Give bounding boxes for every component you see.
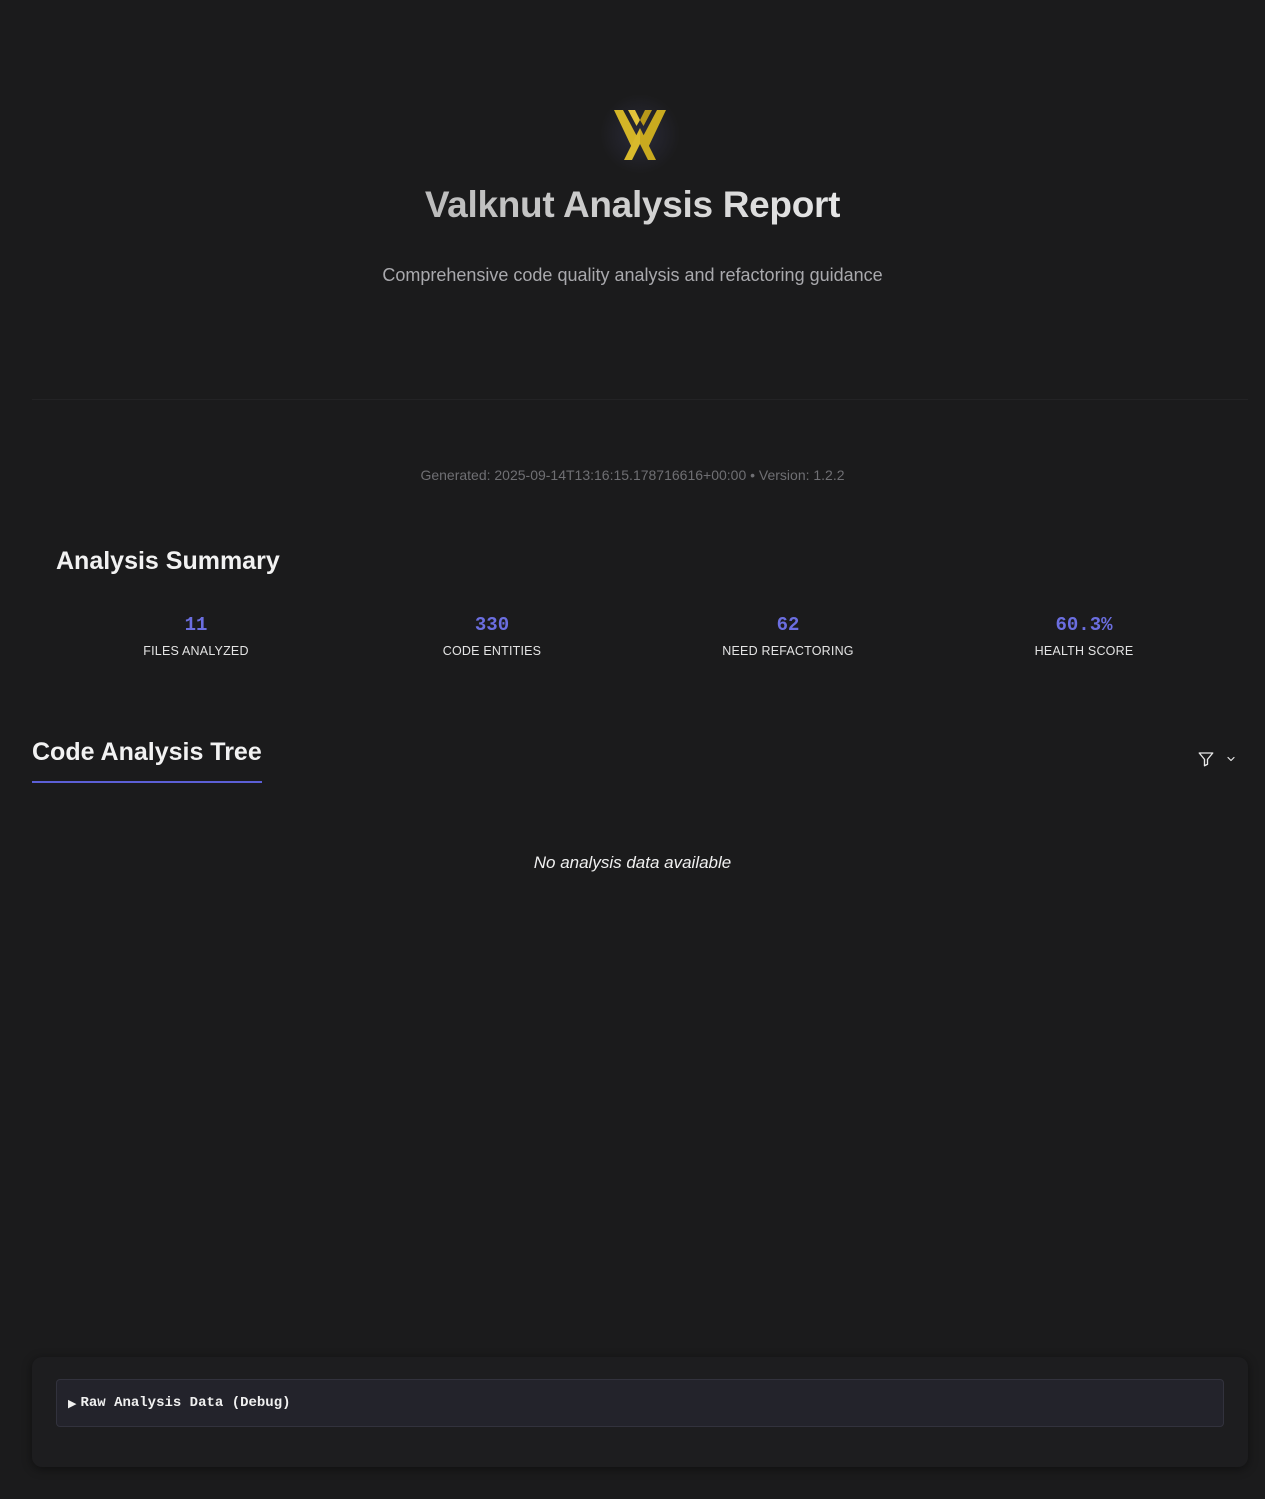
summary-stats: 11 FILES ANALYZED 330 CODE ENTITIES 62 N…	[48, 612, 1232, 672]
tree-empty-message: No analysis data available	[533, 853, 732, 872]
raw-data-toggle[interactable]: ▶ Raw Analysis Data (Debug)	[56, 1379, 1224, 1427]
summary-title: Analysis Summary	[56, 547, 280, 575]
triangle-right-icon: ▶	[68, 1397, 77, 1410]
stat-need-refactoring: 62 NEED REFACTORING	[640, 612, 936, 658]
stat-value: 62	[776, 614, 800, 636]
stat-code-entities: 330 CODE ENTITIES	[344, 612, 640, 658]
page-subtitle: Comprehensive code quality analysis and …	[382, 265, 883, 285]
raw-data-label: Raw Analysis Data (Debug)	[80, 1395, 291, 1411]
tree-title: Code Analysis Tree	[32, 738, 262, 783]
tree-controls	[1197, 750, 1237, 768]
report-page: Valknut Analysis Report Comprehensive co…	[0, 0, 1265, 1499]
stat-health-score: 60.3% HEALTH SCORE	[936, 612, 1232, 658]
stat-label: NEED REFACTORING	[722, 644, 854, 658]
stat-label: CODE ENTITIES	[442, 644, 542, 658]
stat-files-analyzed: 11 FILES ANALYZED	[48, 612, 344, 658]
stat-label: HEALTH SCORE	[1034, 644, 1134, 658]
page-title: Valknut Analysis Report	[0, 184, 1265, 226]
header-divider	[32, 399, 1248, 400]
valknut-logo-icon	[596, 84, 684, 184]
stat-value: 11	[184, 614, 208, 636]
filter-icon	[1198, 752, 1214, 767]
stat-value: 330	[474, 614, 510, 636]
filter-button[interactable]	[1197, 750, 1215, 768]
chevron-down-icon	[1227, 756, 1235, 762]
report-meta: Generated: 2025-09-14T13:16:15.178716616…	[420, 467, 845, 483]
stat-label: FILES ANALYZED	[143, 644, 249, 658]
expand-toggle-button[interactable]	[1225, 753, 1237, 765]
debug-panel: ▶ Raw Analysis Data (Debug)	[32, 1357, 1248, 1467]
stat-value: 60.3%	[1055, 614, 1113, 636]
